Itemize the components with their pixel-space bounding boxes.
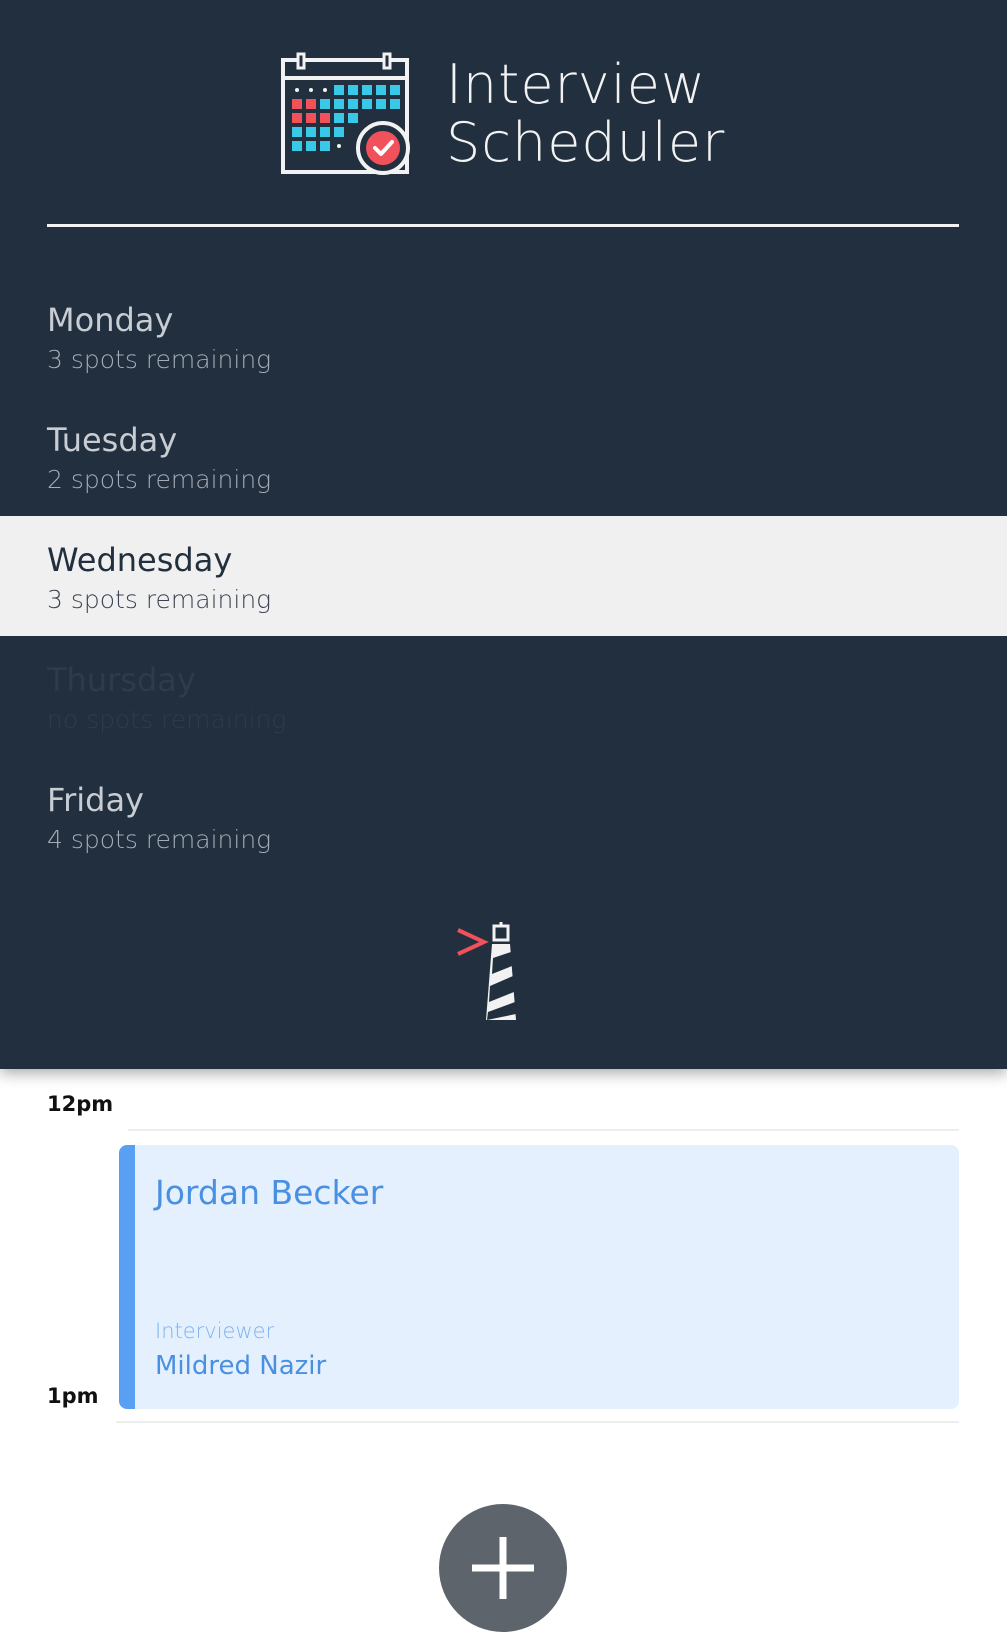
app-logo: Interview Scheduler [280,52,730,177]
day-name: Tuesday [47,421,178,459]
app-title-line2: Scheduler [446,111,726,174]
day-list: Monday 3 spots remaining Tuesday 2 spots… [0,276,1007,876]
day-spots: 3 spots remaining [47,585,272,614]
day-item-tuesday[interactable]: Tuesday 2 spots remaining [0,396,1007,516]
interviewer-label: Interviewer [155,1319,275,1343]
sidebar-divider [47,224,959,227]
day-item-thursday[interactable]: Thursday no spots remaining [0,636,1007,756]
lighthouse-icon [457,922,516,1020]
appointment-card[interactable]: Jordan Becker Interviewer Mildred Nazir [119,1145,959,1409]
schedule: 12pm Jordan Becker Interviewer Mildred N… [0,1069,1007,1636]
app-title: Interview Scheduler [446,56,725,172]
day-name: Thursday [47,661,196,699]
day-item-monday[interactable]: Monday 3 spots remaining [0,276,1007,396]
plus-icon [472,1537,534,1599]
time-divider [128,1129,959,1131]
day-spots: 4 spots remaining [47,825,272,854]
day-name: Friday [47,781,144,819]
day-spots: 3 spots remaining [47,345,272,374]
day-item-friday[interactable]: Friday 4 spots remaining [0,756,1007,876]
interviewer-name: Mildred Nazir [155,1351,327,1381]
app-title-line1: Interview [446,53,707,116]
time-label: 1pm [47,1384,99,1408]
time-divider [116,1421,959,1423]
day-name: Wednesday [47,541,233,579]
calendar-check-icon [281,52,410,175]
sidebar: Interview Scheduler Monday 3 spots remai… [0,0,1007,1069]
day-name: Monday [47,301,174,339]
day-spots: 2 spots remaining [47,465,272,494]
student-name: Jordan Becker [155,1173,384,1212]
add-appointment-button[interactable] [439,1504,567,1632]
page: Interview Scheduler Monday 3 spots remai… [0,0,1007,1636]
day-spots: no spots remaining [47,705,287,734]
day-item-wednesday[interactable]: Wednesday 3 spots remaining [0,516,1007,636]
time-label: 12pm [47,1092,114,1116]
